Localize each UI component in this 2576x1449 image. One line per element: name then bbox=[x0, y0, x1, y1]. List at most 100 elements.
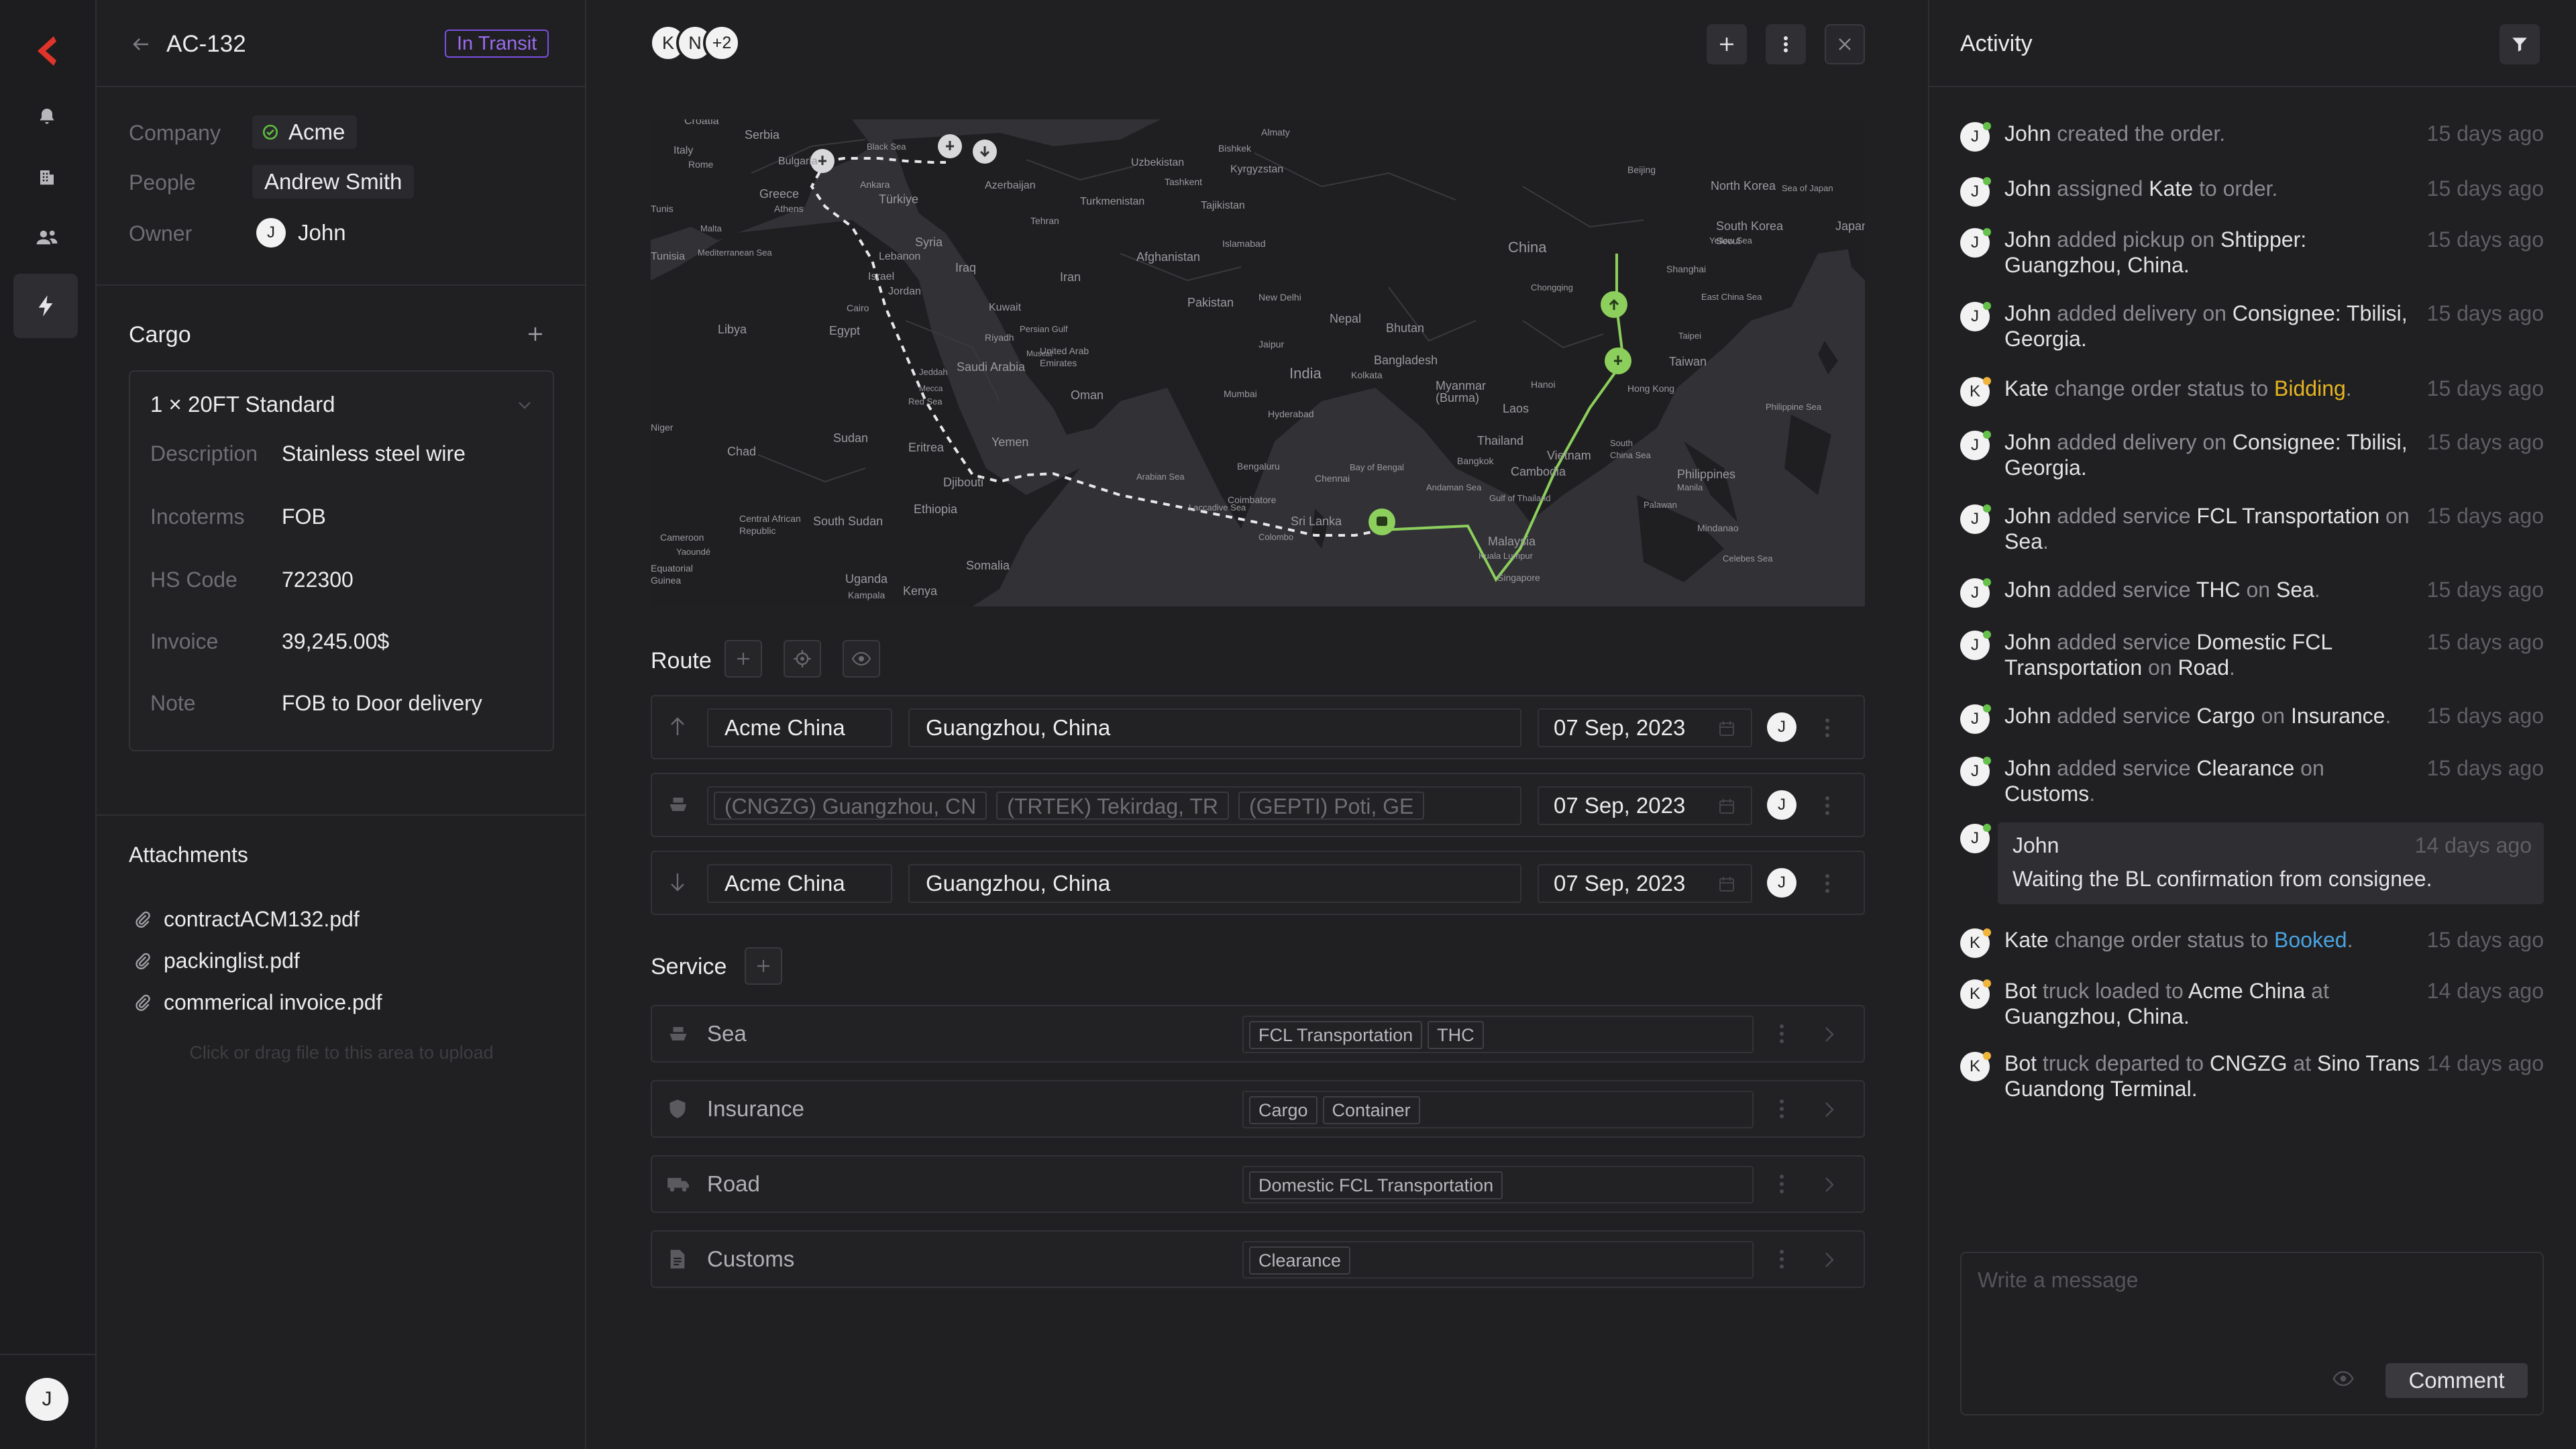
activity-text-part: Bot bbox=[2004, 979, 2037, 1003]
activity-comment: J John 14 days ago Waiting the BL confirmat… bbox=[1960, 822, 2544, 904]
company-chip[interactable]: Acme bbox=[252, 115, 358, 149]
kebab-icon[interactable] bbox=[1779, 1024, 1784, 1044]
route-row[interactable]: Acme China Guangzhou, China 07 Sep, 2023… bbox=[651, 695, 1865, 759]
activity-avatar[interactable]: J bbox=[1960, 504, 1991, 534]
activity-text-part: John bbox=[2004, 704, 2051, 728]
attachment-item[interactable]: packinglist.pdf bbox=[134, 949, 300, 973]
route-locate-button[interactable] bbox=[784, 640, 821, 678]
activity-avatar[interactable]: J bbox=[1960, 228, 1991, 258]
map-label: Chennai bbox=[1315, 473, 1350, 484]
brand-logo-icon[interactable] bbox=[27, 31, 67, 71]
route-company-field[interactable]: Acme China bbox=[707, 864, 892, 903]
kebab-icon[interactable] bbox=[1825, 718, 1830, 738]
bolt-icon[interactable] bbox=[13, 274, 78, 338]
route-location-field[interactable]: Guangzhou, China bbox=[908, 864, 1521, 903]
map-label: Türkiye bbox=[879, 193, 919, 206]
participant-avatars[interactable]: K N +2 bbox=[649, 24, 741, 64]
activity-avatar[interactable]: J bbox=[1960, 431, 1991, 460]
activity-avatar[interactable]: J bbox=[1960, 302, 1991, 331]
map-label: Iran bbox=[1060, 270, 1081, 284]
arrow-left-icon[interactable] bbox=[127, 30, 154, 59]
activity-avatar[interactable]: K bbox=[1960, 1052, 1991, 1081]
paperclip-icon bbox=[136, 994, 150, 1011]
service-tags[interactable]: Cargo Container bbox=[1242, 1091, 1754, 1128]
activity-avatar[interactable]: J bbox=[1960, 704, 1991, 734]
map-label: Mediterranean Sea bbox=[698, 248, 772, 258]
route-owner-avatar[interactable]: J bbox=[1767, 790, 1796, 820]
map-label: Mecca bbox=[919, 384, 943, 393]
chevron-right-icon[interactable] bbox=[1825, 1102, 1834, 1118]
route-view-button[interactable] bbox=[843, 640, 880, 678]
activity-avatar[interactable]: J bbox=[1960, 177, 1991, 207]
kebab-icon[interactable] bbox=[1779, 1174, 1784, 1194]
kebab-icon[interactable] bbox=[1825, 796, 1830, 816]
kebab-icon[interactable] bbox=[1825, 873, 1830, 894]
chevron-right-icon[interactable] bbox=[1825, 1252, 1834, 1268]
owner-avatar: J bbox=[256, 218, 286, 248]
service-tags[interactable]: FCL Transportation THC bbox=[1242, 1016, 1754, 1053]
port-chip[interactable]: (CNGZG) Guangzhou, CN bbox=[714, 792, 987, 820]
route-row[interactable]: Acme China Guangzhou, China 07 Sep, 2023… bbox=[651, 851, 1865, 915]
chevron-right-icon[interactable] bbox=[1825, 1026, 1834, 1042]
attachment-item[interactable]: commerical invoice.pdf bbox=[134, 990, 382, 1015]
users-icon[interactable] bbox=[27, 217, 67, 258]
route-owner-avatar[interactable]: J bbox=[1767, 868, 1796, 898]
comment-button[interactable]: Comment bbox=[2385, 1363, 2528, 1398]
more-button[interactable] bbox=[1766, 24, 1806, 64]
activity-avatar[interactable]: J bbox=[1960, 824, 1991, 853]
upload-dropzone[interactable]: Click or drag file to this area to uploa… bbox=[129, 1042, 554, 1063]
eye-icon[interactable] bbox=[2332, 1371, 2355, 1386]
route-owner-avatar[interactable]: J bbox=[1767, 712, 1796, 742]
service-row[interactable]: Insurance Cargo Container bbox=[651, 1080, 1865, 1138]
kebab-icon[interactable] bbox=[1779, 1099, 1784, 1119]
status-badge[interactable]: In Transit bbox=[445, 30, 549, 58]
close-button[interactable] bbox=[1825, 24, 1865, 64]
route-ports-field[interactable]: (CNGZG) Guangzhou, CN (TRTEK) Tekirdag, … bbox=[707, 786, 1521, 825]
port-chip[interactable]: (TRTEK) Tekirdag, TR bbox=[996, 792, 1229, 820]
kebab-icon bbox=[1784, 36, 1788, 52]
map-label: Taipei bbox=[1678, 331, 1701, 341]
current-user-avatar[interactable]: J bbox=[25, 1378, 68, 1421]
service-tags[interactable]: Domestic FCL Transportation bbox=[1242, 1166, 1754, 1203]
owner-chip[interactable]: J John bbox=[252, 216, 346, 250]
company-name: Acme bbox=[288, 119, 345, 144]
close-icon bbox=[1839, 38, 1851, 50]
add-button[interactable] bbox=[1707, 24, 1747, 64]
kebab-icon[interactable] bbox=[1779, 1249, 1784, 1269]
attachment-item[interactable]: contractACM132.pdf bbox=[134, 907, 360, 932]
route-add-button[interactable] bbox=[724, 640, 762, 678]
route-location-field[interactable]: Guangzhou, China bbox=[908, 708, 1521, 747]
activity-avatar[interactable]: K bbox=[1960, 979, 1991, 1009]
owner-name: John bbox=[298, 220, 346, 245]
activity-avatar[interactable]: J bbox=[1960, 578, 1991, 608]
service-row[interactable]: Sea FCL Transportation THC bbox=[651, 1005, 1865, 1063]
activity-avatar[interactable]: J bbox=[1960, 631, 1991, 660]
filter-button[interactable] bbox=[2500, 24, 2540, 64]
route-row[interactable]: (CNGZG) Guangzhou, CN (TRTEK) Tekirdag, … bbox=[651, 773, 1865, 837]
service-add-button[interactable] bbox=[745, 947, 782, 985]
service-row[interactable]: Customs Clearance bbox=[651, 1230, 1865, 1288]
map-label: Rome bbox=[688, 159, 714, 170]
comment-box[interactable]: Write a message Comment bbox=[1960, 1252, 2544, 1415]
map-label: Philippine Sea bbox=[1766, 402, 1822, 412]
chevron-down-icon[interactable] bbox=[511, 392, 538, 419]
map-label: Sri Lanka bbox=[1291, 515, 1342, 528]
service-tags[interactable]: Clearance bbox=[1242, 1241, 1754, 1279]
service-row[interactable]: Road Domestic FCL Transportation bbox=[651, 1155, 1865, 1213]
route-company-field[interactable]: Acme China bbox=[707, 708, 892, 747]
bell-icon[interactable] bbox=[27, 97, 67, 137]
activity-text-part: FCL Transportation bbox=[2196, 504, 2380, 528]
activity-avatar[interactable]: K bbox=[1960, 377, 1991, 407]
activity-avatar[interactable]: J bbox=[1960, 757, 1991, 786]
message-input[interactable]: Write a message bbox=[1978, 1268, 2139, 1293]
chevron-right-icon[interactable] bbox=[1825, 1177, 1834, 1193]
service-tag: Domestic FCL Transportation bbox=[1249, 1171, 1503, 1199]
people-chip[interactable]: Andrew Smith bbox=[252, 165, 415, 199]
add-cargo-plus-icon[interactable] bbox=[522, 321, 549, 347]
port-chip[interactable]: (GEPTI) Poti, GE bbox=[1238, 792, 1425, 820]
route-map[interactable]: Croatia Serbia Italy Rome Bulgaria Greec… bbox=[651, 119, 1865, 606]
building-icon[interactable] bbox=[27, 157, 67, 197]
map-label: Turkmenistan bbox=[1080, 196, 1145, 207]
activity-avatar[interactable]: K bbox=[1960, 928, 1991, 958]
activity-avatar[interactable]: J bbox=[1960, 122, 1991, 152]
